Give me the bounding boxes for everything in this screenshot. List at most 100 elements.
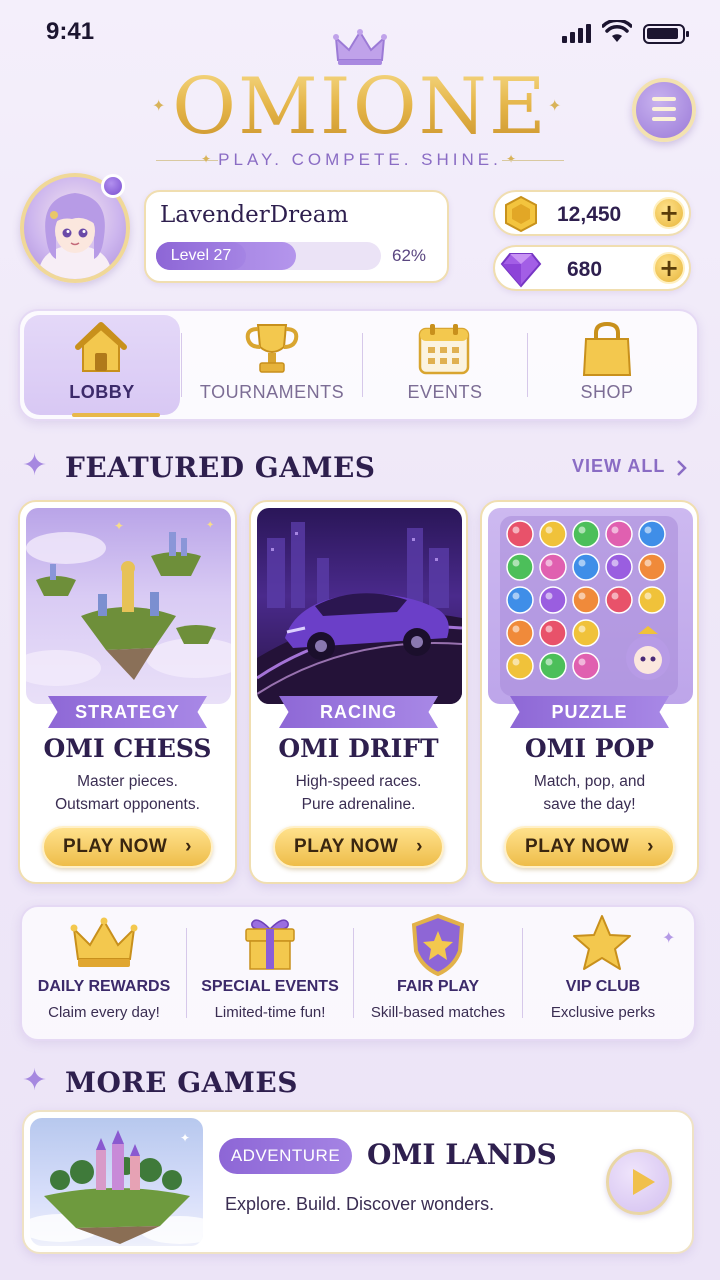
view-all-link[interactable]: VIEW ALL <box>572 456 692 482</box>
gem-highlight <box>545 658 553 666</box>
menu-button[interactable] <box>632 78 696 142</box>
gem-highlight <box>578 526 586 534</box>
star-icon <box>573 915 631 970</box>
coin-balance: 12,450 + <box>493 190 691 236</box>
gem-balance: 680 + <box>493 245 691 291</box>
play-now-button[interactable]: PLAY NOW › <box>504 826 675 868</box>
gem-highlight <box>512 625 520 633</box>
gem-highlight <box>512 559 520 567</box>
sparkle-icon: ✦ <box>22 1063 48 1098</box>
gem-highlight <box>644 559 652 567</box>
tab-label: SHOP <box>580 382 634 402</box>
svg-text:✦: ✦ <box>114 519 124 533</box>
coin-value: 12,450 <box>557 203 622 226</box>
feature-daily-rewards[interactable]: DAILY REWARDS Claim every day! <box>20 905 188 1041</box>
desc-line: Master pieces. <box>77 773 178 790</box>
game-title: OMI CHESS <box>43 734 212 763</box>
desc-line: High-speed races. <box>295 773 422 790</box>
gem-icon <box>638 520 666 548</box>
feature-subtitle: Skill-based matches <box>370 1004 506 1021</box>
sparkle-icon: ✦ <box>22 448 48 483</box>
trophy-icon <box>245 324 299 373</box>
feature-subtitle: Claim every day! <box>48 1004 160 1021</box>
app-logo: OMIONE <box>0 62 720 152</box>
house-icon <box>75 322 127 372</box>
game-title: OMI POP <box>524 734 655 763</box>
wifi-icon <box>602 20 632 42</box>
gem-highlight <box>611 592 619 600</box>
feature-title: DAILY REWARDS <box>37 978 171 995</box>
section-title-featured: FEATURED GAMES <box>65 451 376 484</box>
button-label: PLAY NOW <box>63 836 168 857</box>
gem-highlight <box>578 658 586 666</box>
view-all-label: VIEW ALL <box>572 456 666 476</box>
gem-highlight <box>611 559 619 567</box>
tab-shop[interactable]: SHOP <box>528 315 686 415</box>
play-button[interactable] <box>606 1149 672 1215</box>
username: LavenderDream <box>160 202 349 228</box>
svg-text:✦: ✦ <box>180 1131 190 1145</box>
game-artwork: ✦ <box>30 1118 203 1246</box>
cellular-signal-icon <box>562 24 591 43</box>
game-title: OMI DRIFT <box>278 734 439 763</box>
desc-line: Pure adrenaline. <box>301 796 416 813</box>
gem-highlight <box>512 592 520 600</box>
gem-highlight <box>578 592 586 600</box>
chevron-right-icon: › <box>185 836 192 857</box>
game-description: Explore. Build. Discover wonders. <box>225 1194 495 1214</box>
play-now-button[interactable]: PLAY NOW › <box>273 826 444 868</box>
gem-icon <box>638 553 666 581</box>
game-card-omi-chess[interactable]: ✦ ✦ STRATEGY OMI CHESS Master pieces. Out… <box>18 500 237 884</box>
add-coins-button[interactable]: + <box>653 197 685 229</box>
shield-star-icon <box>411 913 465 977</box>
gem-highlight <box>512 526 520 534</box>
svg-text:✦: ✦ <box>206 520 214 531</box>
chevron-right-icon <box>677 460 687 476</box>
gem-icon <box>605 586 633 614</box>
gem-icon <box>638 586 666 614</box>
gem-icon <box>506 652 534 680</box>
game-card-omi-drift[interactable]: RACING OMI DRIFT High-speed races. Pure … <box>249 500 468 884</box>
status-time: 9:41 <box>46 18 95 45</box>
gem-icon <box>572 652 600 680</box>
feature-special-events[interactable]: SPECIAL EVENTS Limited-time fun! <box>187 905 353 1041</box>
level-progress-percent: 62% <box>392 246 427 265</box>
tab-lobby[interactable]: LOBBY <box>24 315 180 415</box>
gem-icon <box>506 586 534 614</box>
gem-highlight <box>545 592 553 600</box>
game-title: OMI LANDS <box>367 1138 557 1171</box>
game-artwork: ✦ ✦ <box>26 508 231 704</box>
feature-fair-play[interactable]: FAIR PLAY Skill-based matches <box>354 905 522 1041</box>
play-now-button[interactable]: PLAY NOW › <box>42 826 213 868</box>
feature-subtitle: Limited-time fun! <box>214 1004 326 1021</box>
gold-coin-icon <box>505 195 537 233</box>
gem-icon <box>539 619 567 647</box>
gem-icon <box>605 520 633 548</box>
purple-gem-icon <box>500 253 542 288</box>
online-status-indicator <box>101 174 125 198</box>
game-card-omi-pop[interactable]: PUZZLE OMI POP Match, pop, and save the … <box>480 500 699 884</box>
game-description: High-speed races. Pure adrenaline. <box>251 770 466 816</box>
tab-tournaments[interactable]: TOURNAMENTS <box>182 315 362 415</box>
chevron-right-icon: › <box>416 836 423 857</box>
button-label: PLAY NOW <box>525 836 630 857</box>
gem-icon <box>572 520 600 548</box>
gem-highlight <box>644 592 652 600</box>
genre-badge: RACING <box>279 696 438 728</box>
desc-line: save the day! <box>543 796 636 813</box>
gem-highlight <box>611 526 619 534</box>
button-label: PLAY NOW <box>294 836 399 857</box>
feature-vip-club[interactable]: VIP CLUB Exclusive perks <box>523 905 683 1041</box>
divider <box>502 160 564 161</box>
game-artwork <box>488 508 693 704</box>
gem-grid <box>500 516 678 696</box>
tab-events[interactable]: EVENTS <box>363 315 527 415</box>
desc-line: Match, pop, and <box>533 773 646 790</box>
gem-highlight <box>545 559 553 567</box>
sparkle-icon: ✦ <box>506 152 517 166</box>
tab-label: TOURNAMENTS <box>199 382 345 402</box>
add-gems-button[interactable]: + <box>653 252 685 284</box>
feature-subtitle: Exclusive perks <box>550 1004 656 1021</box>
desc-line: Outsmart opponents. <box>55 796 200 813</box>
game-artwork <box>257 508 462 704</box>
